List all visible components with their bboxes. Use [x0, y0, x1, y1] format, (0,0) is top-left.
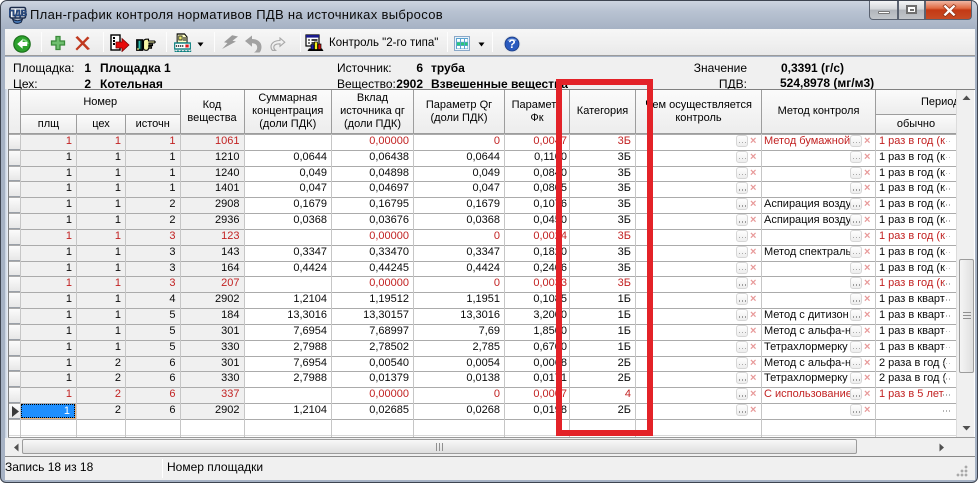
svg-text:?: ?: [508, 37, 515, 51]
svg-text:ПДВ: ПДВ: [9, 8, 27, 18]
